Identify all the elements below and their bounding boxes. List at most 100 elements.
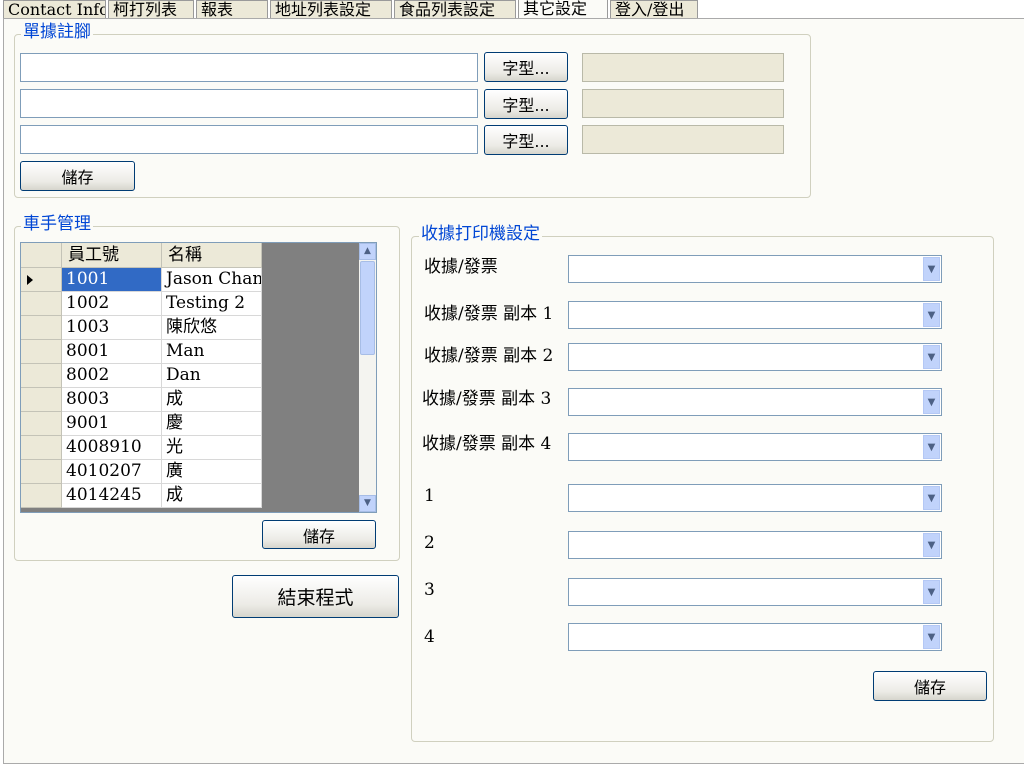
grid-vertical-scrollbar[interactable]: ▲ ▼ (359, 243, 376, 512)
cell-name[interactable]: Dan (162, 364, 262, 388)
printer-label-2: 2 (424, 533, 435, 553)
printer-select-4[interactable]: ▼ (568, 623, 942, 651)
column-header-employee-id[interactable]: 員工號 (62, 243, 162, 268)
cell-employee-id[interactable]: 4010207 (62, 460, 162, 484)
chevron-down-icon[interactable]: ▼ (923, 345, 940, 369)
printer-select-copy-2[interactable]: ▼ (568, 343, 942, 371)
tab-food-settings[interactable]: 食品列表設定 (394, 0, 516, 18)
table-row[interactable]: 8001 Man (21, 340, 262, 364)
font-preview-2 (582, 89, 784, 118)
printer-select-copy-3[interactable]: ▼ (568, 388, 942, 416)
table-row[interactable]: 4010207 廣 (21, 460, 262, 484)
tab-order-list[interactable]: 柯打列表 (108, 0, 194, 18)
cell-employee-id[interactable]: 8002 (62, 364, 162, 388)
chevron-down-icon[interactable]: ▼ (923, 625, 940, 649)
row-header[interactable] (21, 316, 62, 340)
font-preview-1 (582, 53, 784, 82)
font-preview-3 (582, 125, 784, 154)
grid-corner-header (21, 243, 62, 268)
table-row[interactable]: 1001 Jason Chan (21, 268, 262, 292)
chevron-down-icon[interactable]: ▼ (923, 303, 940, 327)
table-row[interactable]: 9001 慶 (21, 412, 262, 436)
cell-employee-id[interactable]: 8003 (62, 388, 162, 412)
cell-employee-id[interactable]: 4014245 (62, 484, 162, 508)
cell-name[interactable]: Man (162, 340, 262, 364)
printer-label-copy-3: 收據/發票 副本 3 (422, 389, 552, 409)
cell-name[interactable]: 成 (162, 388, 262, 412)
printer-select-copy-1[interactable]: ▼ (568, 301, 942, 329)
cell-name[interactable]: 成 (162, 484, 262, 508)
tab-address-settings[interactable]: 地址列表設定 (270, 0, 392, 18)
tab-other-settings[interactable]: 其它設定 (518, 0, 608, 18)
footer-text-1[interactable] (20, 53, 478, 82)
printer-select-2[interactable]: ▼ (568, 531, 942, 559)
row-header[interactable] (21, 364, 62, 388)
row-header[interactable] (21, 484, 62, 508)
driver-management-legend: 車手管理 (21, 214, 93, 234)
exit-program-button[interactable]: 結束程式 (232, 575, 399, 618)
row-header[interactable] (21, 340, 62, 364)
scroll-down-icon[interactable]: ▼ (359, 495, 376, 512)
printer-label-1: 1 (424, 486, 435, 506)
table-row[interactable]: 1003 陳欣悠 (21, 316, 262, 340)
font-button-1[interactable]: 字型... (484, 52, 568, 82)
cell-employee-id[interactable]: 1002 (62, 292, 162, 316)
chevron-down-icon[interactable]: ▼ (923, 486, 940, 510)
tab-reports[interactable]: 報表 (196, 0, 268, 18)
printer-label-3: 3 (424, 580, 435, 600)
row-header[interactable] (21, 436, 62, 460)
table-row[interactable]: 8002 Dan (21, 364, 262, 388)
cell-name[interactable]: Jason Chan (162, 268, 262, 292)
printer-select-copy-4[interactable]: ▼ (568, 433, 942, 461)
footer-save-button[interactable]: 儲存 (20, 161, 135, 191)
font-button-2[interactable]: 字型... (484, 89, 568, 119)
table-row[interactable]: 4014245 成 (21, 484, 262, 508)
printer-select-1[interactable]: ▼ (568, 484, 942, 512)
table-row[interactable]: 8003 成 (21, 388, 262, 412)
cell-employee-id[interactable]: 1001 (62, 268, 162, 292)
printer-label-copy-1: 收據/發票 副本 1 (424, 304, 554, 324)
footer-text-2[interactable] (20, 89, 478, 118)
row-header[interactable] (21, 460, 62, 484)
cell-employee-id[interactable]: 9001 (62, 412, 162, 436)
printer-label-copy-4: 收據/發票 副本 4 (422, 434, 552, 454)
row-pointer-icon (27, 275, 33, 285)
cell-name[interactable]: 廣 (162, 460, 262, 484)
printer-label-4: 4 (424, 627, 435, 647)
tab-strip: Contact Info 柯打列表 報表 地址列表設定 食品列表設定 其它設定 … (0, 0, 1024, 18)
row-header[interactable] (21, 268, 62, 292)
row-header[interactable] (21, 412, 62, 436)
tab-contact-info[interactable]: Contact Info (3, 0, 106, 18)
cell-employee-id[interactable]: 4008910 (62, 436, 162, 460)
chevron-down-icon[interactable]: ▼ (923, 390, 940, 414)
table-row[interactable]: 4008910 光 (21, 436, 262, 460)
printer-select-3[interactable]: ▼ (568, 578, 942, 606)
printer-select-receipt[interactable]: ▼ (568, 255, 942, 283)
cell-name[interactable]: 慶 (162, 412, 262, 436)
printer-settings-legend: 收據打印機設定 (419, 224, 542, 244)
printer-label-receipt: 收據/發票 (424, 257, 498, 277)
cell-employee-id[interactable]: 8001 (62, 340, 162, 364)
row-header[interactable] (21, 292, 62, 316)
chevron-down-icon[interactable]: ▼ (923, 257, 940, 281)
cell-employee-id[interactable]: 1003 (62, 316, 162, 340)
column-header-name[interactable]: 名稱 (162, 243, 262, 268)
table-row[interactable]: 1002 Testing 2 (21, 292, 262, 316)
scrollbar-thumb[interactable] (360, 261, 375, 355)
chevron-down-icon[interactable]: ▼ (923, 580, 940, 604)
row-header[interactable] (21, 388, 62, 412)
cell-name[interactable]: 陳欣悠 (162, 316, 262, 340)
scroll-up-icon[interactable]: ▲ (359, 243, 376, 260)
footer-text-3[interactable] (20, 125, 478, 154)
chevron-down-icon[interactable]: ▼ (923, 533, 940, 557)
tab-login-logout[interactable]: 登入/登出 (610, 0, 698, 18)
driver-grid[interactable]: 員工號 名稱 1001 Jason Chan 1002 Testing 2 10… (20, 242, 377, 513)
receipt-footer-legend: 單據註腳 (21, 22, 93, 42)
printer-save-button[interactable]: 儲存 (873, 671, 987, 701)
cell-name[interactable]: 光 (162, 436, 262, 460)
driver-save-button[interactable]: 儲存 (262, 520, 376, 549)
cell-name[interactable]: Testing 2 (162, 292, 262, 316)
font-button-3[interactable]: 字型... (484, 125, 568, 155)
printer-label-copy-2: 收據/發票 副本 2 (424, 346, 554, 366)
chevron-down-icon[interactable]: ▼ (923, 435, 940, 459)
